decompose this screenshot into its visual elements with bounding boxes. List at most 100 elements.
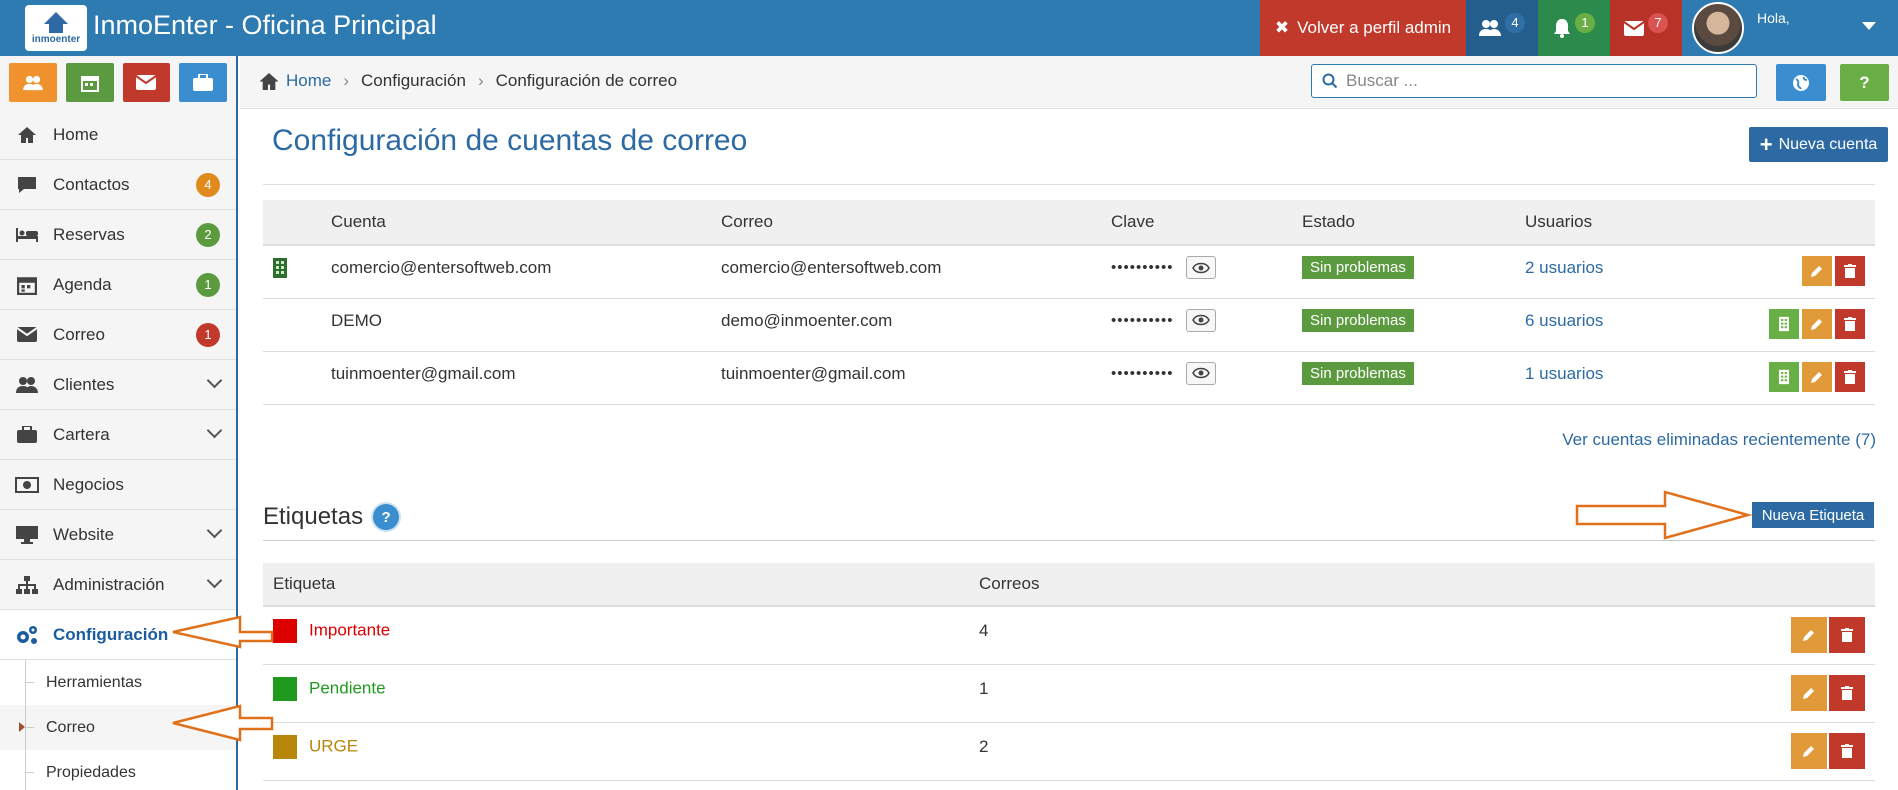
- quick-briefcase-button[interactable]: [179, 63, 227, 102]
- edit-button[interactable]: [1802, 361, 1832, 392]
- users-icon: [14, 376, 40, 394]
- logo-text: inmoenter: [31, 33, 81, 45]
- new-account-button[interactable]: + Nueva cuenta: [1749, 127, 1888, 162]
- sidebar-item-configuracion[interactable]: Configuración: [0, 610, 236, 660]
- sidebar-item-negocios[interactable]: Negocios: [0, 460, 236, 510]
- column-header-etiqueta[interactable]: Etiqueta: [263, 563, 979, 607]
- alerts-button[interactable]: 1: [1538, 0, 1610, 56]
- column-header-usuarios[interactable]: Usuarios: [1525, 200, 1725, 246]
- sidebar-item-reservas[interactable]: Reservas 2: [0, 210, 236, 260]
- quick-actions: [0, 56, 236, 110]
- sidebar-item-clientes[interactable]: Clientes: [0, 360, 236, 410]
- money-icon: [14, 476, 40, 493]
- delete-button[interactable]: [1829, 617, 1865, 653]
- show-password-button[interactable]: [1186, 308, 1217, 332]
- users-notification-button[interactable]: 4: [1466, 0, 1538, 56]
- users-cell: 6 usuarios: [1525, 298, 1725, 352]
- sidebar-item-correo[interactable]: Correo 1: [0, 310, 236, 360]
- arrow-to-nueva-etiqueta: [1575, 490, 1753, 540]
- sidebar-item-administracion[interactable]: Administración: [0, 560, 236, 610]
- quick-mail-button[interactable]: [122, 63, 171, 102]
- labels-help-icon[interactable]: ?: [373, 504, 400, 530]
- sidebar-subitem-herramientas[interactable]: Herramientas: [0, 660, 236, 705]
- envelope-icon: [14, 327, 40, 342]
- quick-users-button[interactable]: [9, 63, 57, 102]
- delete-button[interactable]: [1829, 674, 1865, 711]
- divider: [263, 184, 1875, 185]
- row-icon-cell: [263, 351, 331, 405]
- cogs-icon: [14, 625, 40, 645]
- users-link[interactable]: 1 usuarios: [1525, 364, 1603, 383]
- help-button[interactable]: ?: [1840, 64, 1889, 101]
- delete-button[interactable]: [1835, 256, 1865, 286]
- count-badge: 2: [196, 222, 220, 247]
- labels-section-title: Etiquetas ?: [263, 503, 400, 531]
- pencil-icon: [1803, 687, 1814, 699]
- edit-button[interactable]: [1791, 617, 1827, 653]
- eye-icon: [1192, 367, 1211, 379]
- caret-down-icon: [1862, 22, 1876, 30]
- account-email: tuinmoenter@gmail.com: [721, 351, 1111, 405]
- users-icon: [1479, 20, 1501, 36]
- set-default-button[interactable]: [1769, 361, 1799, 392]
- sidebar-item-agenda[interactable]: Agenda 1: [0, 260, 236, 310]
- quick-calendar-button[interactable]: [65, 63, 114, 102]
- column-header-correos[interactable]: Correos: [979, 563, 1579, 607]
- delete-button[interactable]: [1835, 308, 1865, 339]
- column-header-estado[interactable]: Estado: [1302, 200, 1525, 246]
- trash-icon: [1844, 369, 1856, 384]
- sidebar-item-website[interactable]: Website: [0, 510, 236, 560]
- users-link[interactable]: 2 usuarios: [1525, 258, 1603, 277]
- account-password-cell: ••••••••••: [1111, 245, 1302, 299]
- label-color-swatch: [273, 676, 297, 701]
- language-button[interactable]: [1776, 64, 1826, 101]
- top-bar: inmoenter InmoEnter - Oficina Principal …: [0, 0, 1898, 56]
- account-name: comercio@entersoftweb.com: [331, 245, 721, 299]
- breadcrumb-home-link[interactable]: Home: [286, 71, 331, 91]
- column-header-correo[interactable]: Correo: [721, 200, 1111, 246]
- search-input[interactable]: [1346, 71, 1746, 91]
- show-password-button[interactable]: [1186, 256, 1217, 279]
- edit-button[interactable]: [1802, 256, 1832, 286]
- sidebar-subitem-propiedades[interactable]: Propiedades: [0, 750, 236, 790]
- label-count: 4: [979, 606, 1579, 665]
- delete-button[interactable]: [1835, 361, 1865, 392]
- sidebar-item-label: Administración: [53, 574, 165, 594]
- trash-icon: [1844, 264, 1856, 278]
- sidebar-subitem-label: Correo: [46, 718, 95, 736]
- deleted-accounts-link[interactable]: Ver cuentas eliminadas recientemente (7): [1562, 430, 1876, 450]
- sidebar-subitem-correo[interactable]: Correo: [0, 705, 238, 750]
- breadcrumb-configuracion[interactable]: Configuración: [361, 71, 466, 91]
- row-actions: [1579, 664, 1875, 723]
- count-badge: 1: [196, 322, 220, 347]
- show-password-button[interactable]: [1186, 361, 1217, 385]
- delete-button[interactable]: [1829, 732, 1865, 769]
- edit-button[interactable]: [1791, 732, 1827, 769]
- table-row: comercio@entersoftweb.com comercio@enter…: [263, 245, 1875, 299]
- sidebar-item-home[interactable]: Home: [0, 110, 236, 160]
- row-actions: [1579, 722, 1875, 781]
- calendar-icon: [80, 75, 99, 92]
- sidebar-item-cartera[interactable]: Cartera: [0, 410, 236, 460]
- actions-column-header: [1579, 563, 1875, 607]
- briefcase-icon: [14, 426, 40, 443]
- new-label-button[interactable]: Nueva Etiqueta: [1752, 502, 1874, 528]
- app-logo[interactable]: inmoenter: [25, 5, 87, 51]
- edit-button[interactable]: [1802, 308, 1832, 339]
- sidebar-subitem-label: Herramientas: [46, 673, 143, 691]
- messages-button[interactable]: 7: [1610, 0, 1682, 56]
- column-header-cuenta[interactable]: Cuenta: [331, 200, 721, 246]
- sidebar-subitem-label: Propiedades: [46, 763, 136, 781]
- label-cell: Pendiente: [263, 664, 979, 723]
- users-link[interactable]: 6 usuarios: [1525, 311, 1603, 330]
- sidebar-item-label: Cartera: [53, 424, 110, 444]
- edit-button[interactable]: [1791, 674, 1827, 711]
- sidebar-item-contactos[interactable]: Contactos 4: [0, 160, 236, 210]
- users-icon: [23, 75, 43, 90]
- new-account-label: Nueva cuenta: [1778, 135, 1878, 153]
- sidebar-item-label: Reservas: [53, 224, 125, 244]
- column-header-clave[interactable]: Clave: [1111, 200, 1302, 246]
- set-default-button[interactable]: [1769, 308, 1799, 339]
- back-to-admin-button[interactable]: ✖ Volver a perfil admin: [1260, 0, 1466, 56]
- user-menu[interactable]: Hola,: [1682, 0, 1898, 56]
